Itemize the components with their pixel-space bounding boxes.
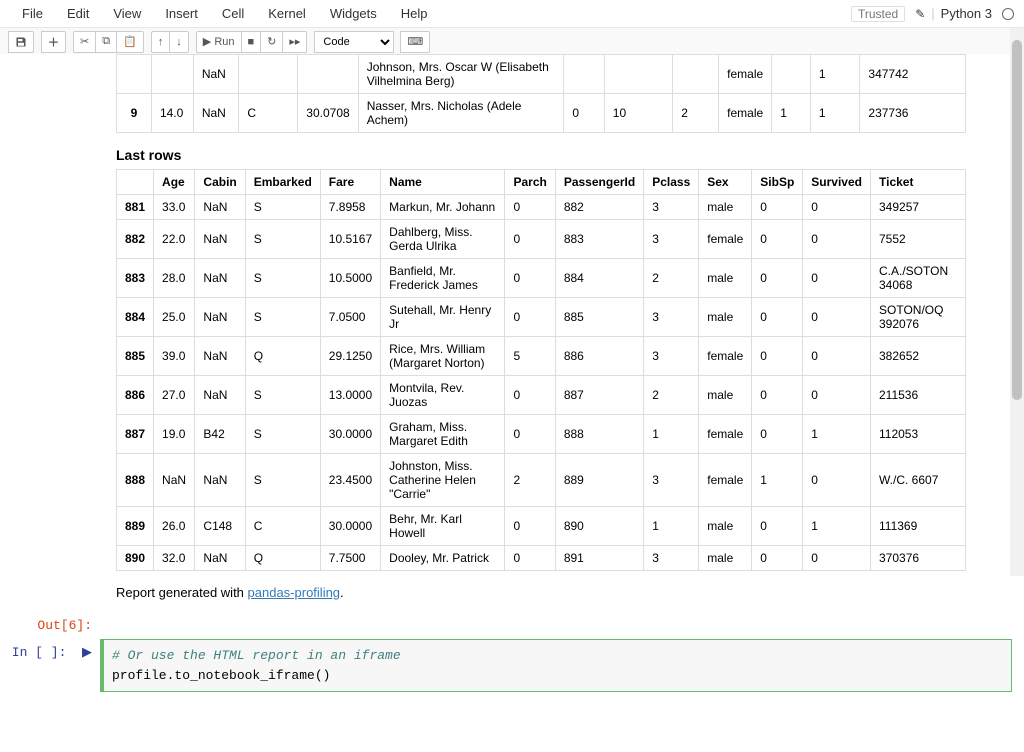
menu-file[interactable]: File xyxy=(10,6,55,21)
last-rows-title: Last rows xyxy=(116,147,1024,163)
code-input-area[interactable]: # Or use the HTML report in an iframe pr… xyxy=(104,640,1011,691)
pandas-profiling-link[interactable]: pandas-profiling xyxy=(248,585,341,600)
kernel-indicator-icon xyxy=(1002,8,1014,20)
table-row: NaN Johnson, Mrs. Oscar W (Elisabeth Vil… xyxy=(117,55,966,94)
pencil-icon[interactable]: ✎ xyxy=(915,7,925,21)
save-button[interactable] xyxy=(8,31,34,53)
table-row: 88328.0NaNS10.5000Banfield, Mr. Frederic… xyxy=(117,259,966,298)
scrollbar-thumb[interactable] xyxy=(1012,40,1022,400)
table-row: 888NaNNaNS23.4500Johnston, Miss. Catheri… xyxy=(117,454,966,507)
table-row: 88926.0C148C30.0000Behr, Mr. Karl Howell… xyxy=(117,507,966,546)
last-rows-table: Age Cabin Embarked Fare Name Parch Passe… xyxy=(116,169,966,571)
kernel-name[interactable]: Python 3 xyxy=(941,6,992,21)
save-icon xyxy=(15,36,27,48)
in-prompt: In [ ]: ▶ xyxy=(0,639,100,692)
notebook-area: NaN Johnson, Mrs. Oscar W (Elisabeth Vil… xyxy=(0,54,1024,752)
copy-button[interactable]: ⧉ xyxy=(95,31,117,53)
move-up-button[interactable]: ↑ xyxy=(151,31,171,53)
move-down-button[interactable]: ↓ xyxy=(169,31,189,53)
stop-button[interactable]: ■ xyxy=(241,31,262,53)
command-palette-button[interactable]: ⌨ xyxy=(400,31,430,53)
menu-insert[interactable]: Insert xyxy=(153,6,210,21)
menu-widgets[interactable]: Widgets xyxy=(318,6,389,21)
cut-button[interactable]: ✂ xyxy=(73,31,96,53)
report-generated-text: Report generated with pandas-profiling. xyxy=(116,585,1024,600)
code-cell[interactable]: In [ ]: ▶ # Or use the HTML report in an… xyxy=(0,639,1024,692)
menu-kernel[interactable]: Kernel xyxy=(256,6,318,21)
table-header-row: Age Cabin Embarked Fare Name Parch Passe… xyxy=(117,170,966,195)
code-line: profile.to_notebook_iframe() xyxy=(112,668,330,683)
table-row: 89032.0NaNQ7.7500Dooley, Mr. Patrick0891… xyxy=(117,546,966,571)
add-cell-button[interactable]: ＋ xyxy=(41,31,66,53)
table-row: 9 14.0 NaN C 30.0708 Nasser, Mrs. Nichol… xyxy=(117,94,966,133)
table-row: 88719.0B42S30.0000Graham, Miss. Margaret… xyxy=(117,415,966,454)
table-row: 88222.0NaNS10.5167Dahlberg, Miss. Gerda … xyxy=(117,220,966,259)
run-button[interactable]: ▶ Run xyxy=(196,31,242,53)
table-row: 88539.0NaNQ29.1250Rice, Mrs. William (Ma… xyxy=(117,337,966,376)
out-prompt: Out[6]: xyxy=(0,614,100,633)
toolbar: ＋ ✂ ⧉ 📋 ↑ ↓ ▶ Run ■ ↻ ▸▸ Code ⌨ xyxy=(0,28,1024,56)
celltype-select[interactable]: Code xyxy=(314,31,394,53)
table-row: 88627.0NaNS13.0000Montvila, Rev. Juozas0… xyxy=(117,376,966,415)
table-row: 88133.0NaNS7.8958Markun, Mr. Johann08823… xyxy=(117,195,966,220)
menu-cell[interactable]: Cell xyxy=(210,6,256,21)
first-rows-table-tail: NaN Johnson, Mrs. Oscar W (Elisabeth Vil… xyxy=(116,54,966,133)
menu-help[interactable]: Help xyxy=(389,6,440,21)
table-row: 88425.0NaNS7.0500Sutehall, Mr. Henry Jr0… xyxy=(117,298,966,337)
run-label: Run xyxy=(214,36,234,48)
menubar: File Edit View Insert Cell Kernel Widget… xyxy=(0,0,1024,28)
menu-view[interactable]: View xyxy=(101,6,153,21)
menu-edit[interactable]: Edit xyxy=(55,6,101,21)
paste-button[interactable]: 📋 xyxy=(116,31,144,53)
fastforward-button[interactable]: ▸▸ xyxy=(282,31,307,53)
vertical-scrollbar[interactable] xyxy=(1010,28,1024,576)
trusted-badge[interactable]: Trusted xyxy=(851,6,905,22)
code-comment: # Or use the HTML report in an iframe xyxy=(112,648,401,663)
restart-button[interactable]: ↻ xyxy=(260,31,283,53)
